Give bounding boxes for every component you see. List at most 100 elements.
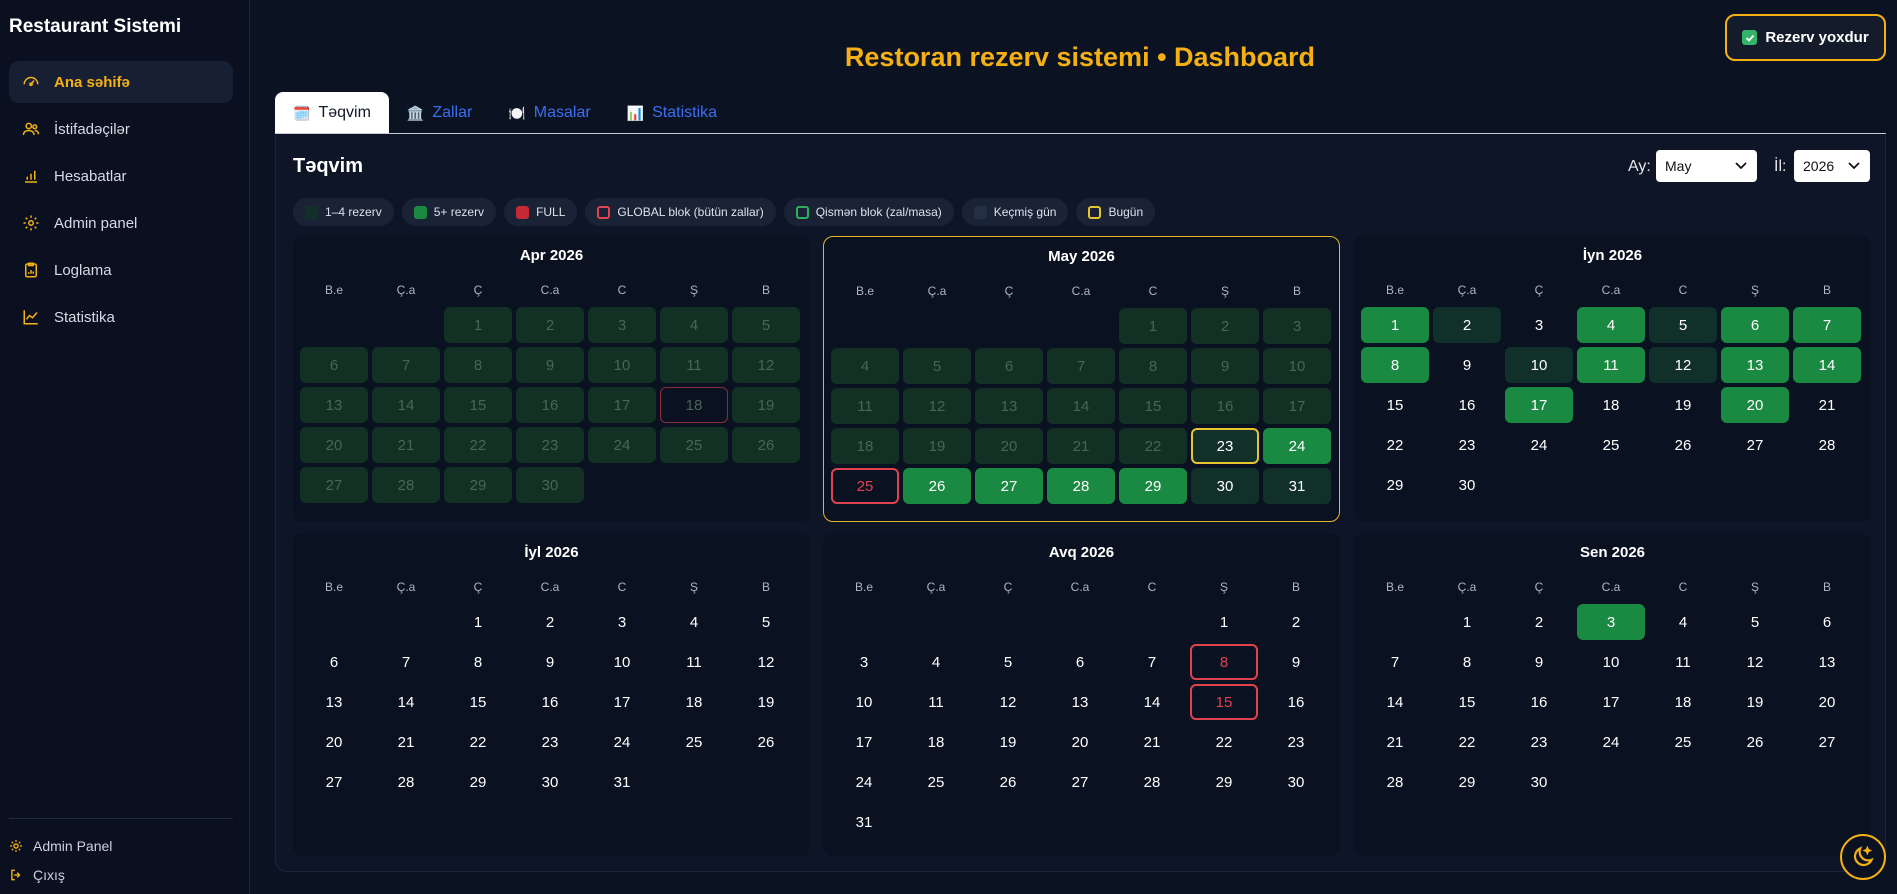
- calendar-day[interactable]: 20: [300, 427, 368, 463]
- calendar-day[interactable]: 10: [1505, 347, 1573, 383]
- calendar-day[interactable]: 25: [1649, 724, 1717, 760]
- calendar-day[interactable]: 11: [1649, 644, 1717, 680]
- calendar-day[interactable]: 5: [1649, 307, 1717, 343]
- calendar-day[interactable]: 9: [1191, 348, 1259, 384]
- calendar-day[interactable]: 15: [1361, 387, 1429, 423]
- calendar-day[interactable]: 24: [588, 427, 656, 463]
- calendar-day[interactable]: 4: [660, 604, 728, 640]
- calendar-day[interactable]: 14: [372, 387, 440, 423]
- calendar-day[interactable]: 20: [1793, 684, 1861, 720]
- calendar-day[interactable]: 18: [1577, 387, 1645, 423]
- calendar-day[interactable]: 8: [1190, 644, 1258, 680]
- calendar-day[interactable]: 28: [372, 467, 440, 503]
- calendar-day[interactable]: 16: [1505, 684, 1573, 720]
- calendar-day[interactable]: 13: [300, 684, 368, 720]
- calendar-day[interactable]: 4: [902, 644, 970, 680]
- calendar-day[interactable]: 15: [444, 387, 512, 423]
- calendar-day[interactable]: 25: [902, 764, 970, 800]
- calendar-day[interactable]: 26: [903, 468, 971, 504]
- calendar-day[interactable]: 26: [1721, 724, 1789, 760]
- calendar-day[interactable]: 3: [830, 644, 898, 680]
- calendar-day[interactable]: 11: [660, 644, 728, 680]
- calendar-day[interactable]: 4: [1577, 307, 1645, 343]
- calendar-day[interactable]: 15: [444, 684, 512, 720]
- tab-tables[interactable]: 🍽️ Masalar: [490, 92, 608, 134]
- calendar-day[interactable]: 2: [1433, 307, 1501, 343]
- calendar-day[interactable]: 3: [588, 307, 656, 343]
- calendar-day[interactable]: 5: [732, 604, 800, 640]
- calendar-day[interactable]: 1: [1361, 307, 1429, 343]
- calendar-day[interactable]: 10: [588, 644, 656, 680]
- calendar-day[interactable]: 6: [300, 644, 368, 680]
- calendar-day[interactable]: 21: [372, 427, 440, 463]
- calendar-day[interactable]: 17: [830, 724, 898, 760]
- calendar-day[interactable]: 27: [1721, 427, 1789, 463]
- year-select[interactable]: 2026: [1794, 150, 1870, 182]
- calendar-day[interactable]: 23: [1262, 724, 1330, 760]
- calendar-day[interactable]: 12: [1721, 644, 1789, 680]
- calendar-day[interactable]: 31: [588, 764, 656, 800]
- calendar-day[interactable]: 29: [1119, 468, 1187, 504]
- calendar-day[interactable]: 18: [1649, 684, 1717, 720]
- calendar-day[interactable]: 30: [1262, 764, 1330, 800]
- reservation-status-button[interactable]: Rezerv yoxdur: [1725, 14, 1886, 61]
- calendar-day[interactable]: 6: [975, 348, 1043, 384]
- calendar-day[interactable]: 21: [372, 724, 440, 760]
- calendar-day[interactable]: 29: [444, 467, 512, 503]
- calendar-day[interactable]: 22: [1190, 724, 1258, 760]
- calendar-day[interactable]: 7: [1118, 644, 1186, 680]
- calendar-day[interactable]: 18: [831, 428, 899, 464]
- calendar-day[interactable]: 7: [1047, 348, 1115, 384]
- calendar-day[interactable]: 2: [516, 604, 584, 640]
- calendar-day[interactable]: 29: [1433, 764, 1501, 800]
- calendar-day[interactable]: 9: [1505, 644, 1573, 680]
- calendar-day[interactable]: 8: [444, 644, 512, 680]
- sidebar-item-logging[interactable]: Loglama: [9, 249, 233, 291]
- calendar-day[interactable]: 21: [1361, 724, 1429, 760]
- calendar-day[interactable]: 9: [1262, 644, 1330, 680]
- calendar-day[interactable]: 9: [516, 347, 584, 383]
- calendar-day[interactable]: 1: [444, 604, 512, 640]
- calendar-day[interactable]: 16: [1262, 684, 1330, 720]
- tab-statistics[interactable]: 📊 Statistika: [609, 92, 735, 134]
- calendar-day[interactable]: 5: [903, 348, 971, 384]
- calendar-day[interactable]: 3: [588, 604, 656, 640]
- calendar-day[interactable]: 17: [1263, 388, 1331, 424]
- calendar-day[interactable]: 4: [660, 307, 728, 343]
- calendar-day[interactable]: 7: [372, 347, 440, 383]
- calendar-day[interactable]: 19: [732, 387, 800, 423]
- calendar-day[interactable]: 24: [1505, 427, 1573, 463]
- calendar-day[interactable]: 27: [300, 467, 368, 503]
- calendar-day[interactable]: 31: [1263, 468, 1331, 504]
- calendar-day[interactable]: 14: [1361, 684, 1429, 720]
- calendar-day[interactable]: 20: [975, 428, 1043, 464]
- calendar-day[interactable]: 8: [1433, 644, 1501, 680]
- calendar-day[interactable]: 14: [1047, 388, 1115, 424]
- calendar-day[interactable]: 9: [516, 644, 584, 680]
- calendar-day[interactable]: 28: [1361, 764, 1429, 800]
- calendar-day[interactable]: 20: [1721, 387, 1789, 423]
- calendar-day[interactable]: 25: [660, 724, 728, 760]
- calendar-day[interactable]: 2: [516, 307, 584, 343]
- calendar-day[interactable]: 7: [1793, 307, 1861, 343]
- calendar-day[interactable]: 4: [831, 348, 899, 384]
- sidebar-item-admin[interactable]: Admin panel: [9, 202, 233, 244]
- calendar-day[interactable]: 3: [1505, 307, 1573, 343]
- calendar-day[interactable]: 1: [1433, 604, 1501, 640]
- calendar-day[interactable]: 29: [1190, 764, 1258, 800]
- calendar-day[interactable]: 10: [830, 684, 898, 720]
- calendar-day[interactable]: 8: [1119, 348, 1187, 384]
- calendar-day[interactable]: 25: [660, 427, 728, 463]
- sidebar-item-statistics[interactable]: Statistika: [9, 296, 233, 338]
- calendar-day[interactable]: 11: [902, 684, 970, 720]
- calendar-day[interactable]: 16: [1433, 387, 1501, 423]
- calendar-day[interactable]: 30: [1191, 468, 1259, 504]
- calendar-day[interactable]: 23: [1505, 724, 1573, 760]
- calendar-day[interactable]: 26: [732, 427, 800, 463]
- calendar-day[interactable]: 5: [974, 644, 1042, 680]
- calendar-day[interactable]: 17: [588, 387, 656, 423]
- calendar-day[interactable]: 14: [1118, 684, 1186, 720]
- calendar-day[interactable]: 13: [1046, 684, 1114, 720]
- calendar-day[interactable]: 21: [1793, 387, 1861, 423]
- calendar-day[interactable]: 15: [1190, 684, 1258, 720]
